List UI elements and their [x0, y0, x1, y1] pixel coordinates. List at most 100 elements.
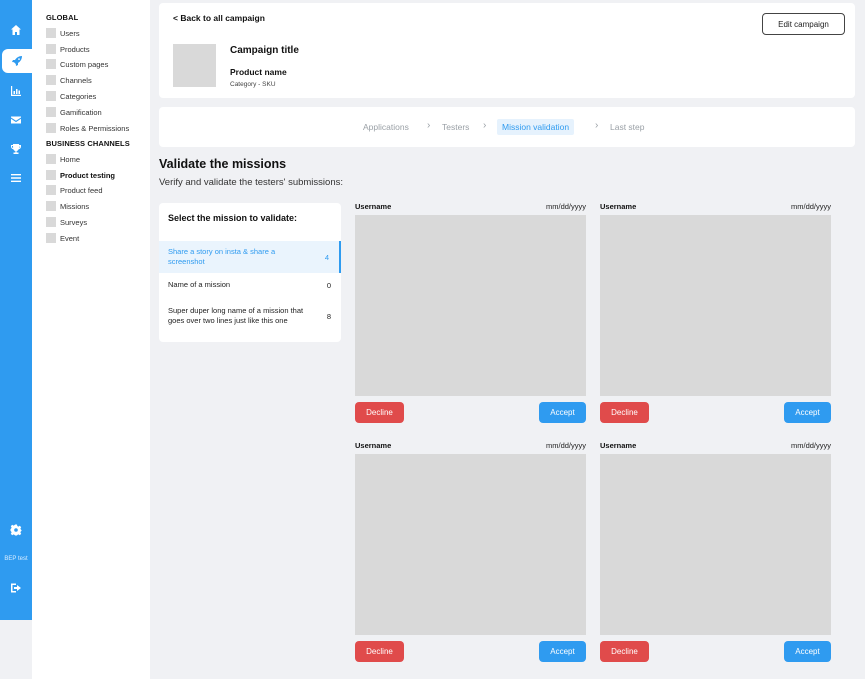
submission-date: mm/dd/yyyy: [790, 202, 831, 211]
nav-item-icon: [46, 217, 56, 227]
nav-item-icon: [46, 28, 56, 38]
campaign-header: < Back to all campaign Edit campaign Cam…: [159, 3, 855, 98]
nav-item-label: Surveys: [60, 217, 88, 227]
nav-item-label: Users: [60, 28, 80, 38]
nav-item-products[interactable]: Products: [46, 44, 90, 54]
nav-item-label: Gamification: [60, 107, 102, 117]
nav-item-label: Roles & Permissions: [60, 123, 130, 133]
mission-selector-heading: Select the mission to validate:: [168, 213, 298, 223]
nav-item-categories[interactable]: Categories: [46, 91, 96, 101]
rocket-icon[interactable]: [2, 49, 32, 73]
nav-item-label: Products: [60, 44, 90, 54]
nav-item-users[interactable]: Users: [46, 28, 80, 38]
submission-date: mm/dd/yyyy: [545, 202, 586, 211]
mission-count: 0: [326, 280, 331, 290]
chevron-right-icon: ›: [483, 120, 487, 131]
nav-item-label: Missions: [60, 201, 90, 211]
accept-button[interactable]: Accept: [784, 402, 831, 423]
submission-image[interactable]: [600, 215, 831, 396]
mission-item[interactable]: Super duper long name of a mission that …: [159, 299, 341, 333]
submission-image[interactable]: [355, 454, 586, 635]
step-mission-validation[interactable]: Mission validation: [497, 119, 575, 135]
secondary-nav: GLOBAL Users Products Custom pages Chann…: [32, 0, 150, 679]
nav-item-gamification[interactable]: Gamification: [46, 107, 102, 117]
nav-item-label: Home: [60, 154, 81, 164]
mission-count: 4: [324, 252, 329, 262]
mission-item[interactable]: Share a story on insta & share a screens…: [159, 241, 341, 273]
nav-item-custom-pages[interactable]: Custom pages: [46, 59, 108, 69]
campaign-thumbnail: [173, 44, 216, 87]
nav-item-label: Product testing: [60, 170, 116, 180]
mail-icon[interactable]: [0, 108, 32, 132]
accept-button[interactable]: Accept: [784, 641, 831, 662]
mission-label: Name of a mission: [168, 280, 231, 289]
mission-item[interactable]: Name of a mission 0: [159, 276, 341, 294]
nav-item-product-feed[interactable]: Product feed: [46, 185, 103, 195]
nav-item-icon: [46, 170, 56, 180]
step-progress: Applications › Testers › Mission validat…: [159, 107, 855, 147]
nav-item-icon: [46, 75, 56, 85]
nav-item-channels[interactable]: Channels: [46, 75, 92, 85]
submission-username: Username: [600, 441, 637, 450]
nav-item-label: Custom pages: [60, 59, 109, 69]
step-testers[interactable]: Testers: [442, 122, 469, 132]
nav-heading-global: GLOBAL: [46, 13, 79, 22]
chevron-right-icon: ›: [427, 120, 431, 131]
accept-button[interactable]: Accept: [539, 402, 586, 423]
submission-username: Username: [355, 202, 392, 211]
back-link[interactable]: < Back to all campaign: [173, 13, 265, 23]
product-name: Product name: [230, 67, 287, 77]
nav-item-icon: [46, 185, 56, 195]
nav-item-icon: [46, 107, 56, 117]
nav-item-surveys[interactable]: Surveys: [46, 217, 87, 227]
icon-rail: BEP test: [0, 0, 32, 620]
nav-item-icon: [46, 154, 56, 164]
accept-button[interactable]: Accept: [539, 641, 586, 662]
decline-button[interactable]: Decline: [600, 641, 649, 662]
submission-date: mm/dd/yyyy: [545, 441, 586, 450]
decline-button[interactable]: Decline: [355, 402, 404, 423]
mission-label: Share a story on insta & share a screens…: [168, 247, 276, 266]
nav-item-label: Event: [60, 233, 80, 243]
nav-item-missions[interactable]: Missions: [46, 201, 89, 211]
nav-item-icon: [46, 44, 56, 54]
nav-item-label: Categories: [60, 91, 97, 101]
nav-item-icon: [46, 201, 56, 211]
trophy-icon[interactable]: [0, 137, 32, 161]
gear-icon[interactable]: [0, 518, 32, 542]
menu-icon[interactable]: [0, 166, 32, 190]
decline-button[interactable]: Decline: [600, 402, 649, 423]
nav-item-icon: [46, 233, 56, 243]
submission-username: Username: [355, 441, 392, 450]
nav-item-event[interactable]: Event: [46, 233, 79, 243]
nav-item-icon: [46, 123, 56, 133]
submission-image[interactable]: [355, 215, 586, 396]
mission-count: 8: [326, 311, 331, 321]
submission-username: Username: [600, 202, 637, 211]
chart-icon[interactable]: [0, 79, 32, 103]
user-label: BEP test: [4, 556, 28, 562]
mission-label: Super duper long name of a mission that …: [168, 306, 304, 325]
category-sku: Category - SKU: [230, 81, 276, 88]
step-applications[interactable]: Applications: [363, 122, 409, 132]
edit-campaign-button[interactable]: Edit campaign: [762, 13, 845, 35]
campaign-title: Campaign title: [230, 45, 299, 56]
mission-selector: Select the mission to validate: Share a …: [159, 203, 341, 342]
nav-item-label: Product feed: [60, 185, 103, 195]
nav-item-product-testing[interactable]: Product testing: [46, 170, 115, 180]
logout-icon[interactable]: [0, 576, 32, 600]
page-subtitle: Verify and validate the testers' submiss…: [159, 177, 343, 188]
page-title: Validate the missions: [159, 157, 287, 171]
submission-date: mm/dd/yyyy: [790, 441, 831, 450]
step-last-step[interactable]: Last step: [610, 122, 645, 132]
nav-heading-business-channels: BUSINESS CHANNELS: [46, 139, 130, 148]
nav-item-roles-permissions[interactable]: Roles & Permissions: [46, 123, 129, 133]
nav-item-icon: [46, 59, 56, 69]
home-icon[interactable]: [0, 18, 32, 42]
nav-item-icon: [46, 91, 56, 101]
decline-button[interactable]: Decline: [355, 641, 404, 662]
submission-image[interactable]: [600, 454, 831, 635]
nav-item-home[interactable]: Home: [46, 154, 80, 164]
chevron-right-icon: ›: [595, 120, 599, 131]
nav-item-label: Channels: [60, 75, 92, 85]
